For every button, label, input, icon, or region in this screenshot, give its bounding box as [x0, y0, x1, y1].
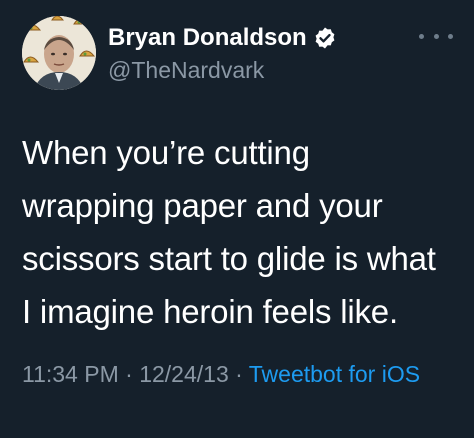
- verified-badge-icon: [315, 27, 335, 49]
- tweet-time[interactable]: 11:34 PM: [22, 361, 119, 387]
- avatar-image: [22, 16, 96, 90]
- tweet-line: scissors start to glide is what: [22, 240, 436, 277]
- display-name[interactable]: Bryan Donaldson: [108, 24, 307, 52]
- meta-separator: ·: [118, 361, 140, 387]
- meta-separator: ·: [228, 361, 249, 387]
- tweet-card: Bryan Donaldson @TheNardvark When you’re…: [0, 0, 474, 438]
- tweet-source-link[interactable]: Tweetbot for iOS: [249, 361, 420, 387]
- avatar[interactable]: [22, 16, 96, 90]
- tweet-line: When you’re cutting: [22, 134, 310, 171]
- tweet-date[interactable]: 12/24/13: [139, 361, 229, 387]
- tweet-text: When you’re cutting wrapping paper and y…: [22, 126, 462, 338]
- tweet-line: I imagine heroin feels like.: [22, 293, 398, 330]
- tweet-line: wrapping paper and your: [22, 187, 383, 224]
- more-dot: [433, 33, 439, 39]
- author-block: Bryan Donaldson @TheNardvark: [108, 22, 337, 84]
- handle[interactable]: @TheNardvark: [108, 57, 337, 84]
- tweet-meta: 11:34 PM · 12/24/13 · Tweetbot for iOS: [22, 358, 462, 390]
- more-options-icon[interactable]: [419, 26, 453, 46]
- more-dot: [419, 33, 424, 39]
- name-row: Bryan Donaldson: [108, 22, 337, 54]
- more-dot: [448, 33, 453, 39]
